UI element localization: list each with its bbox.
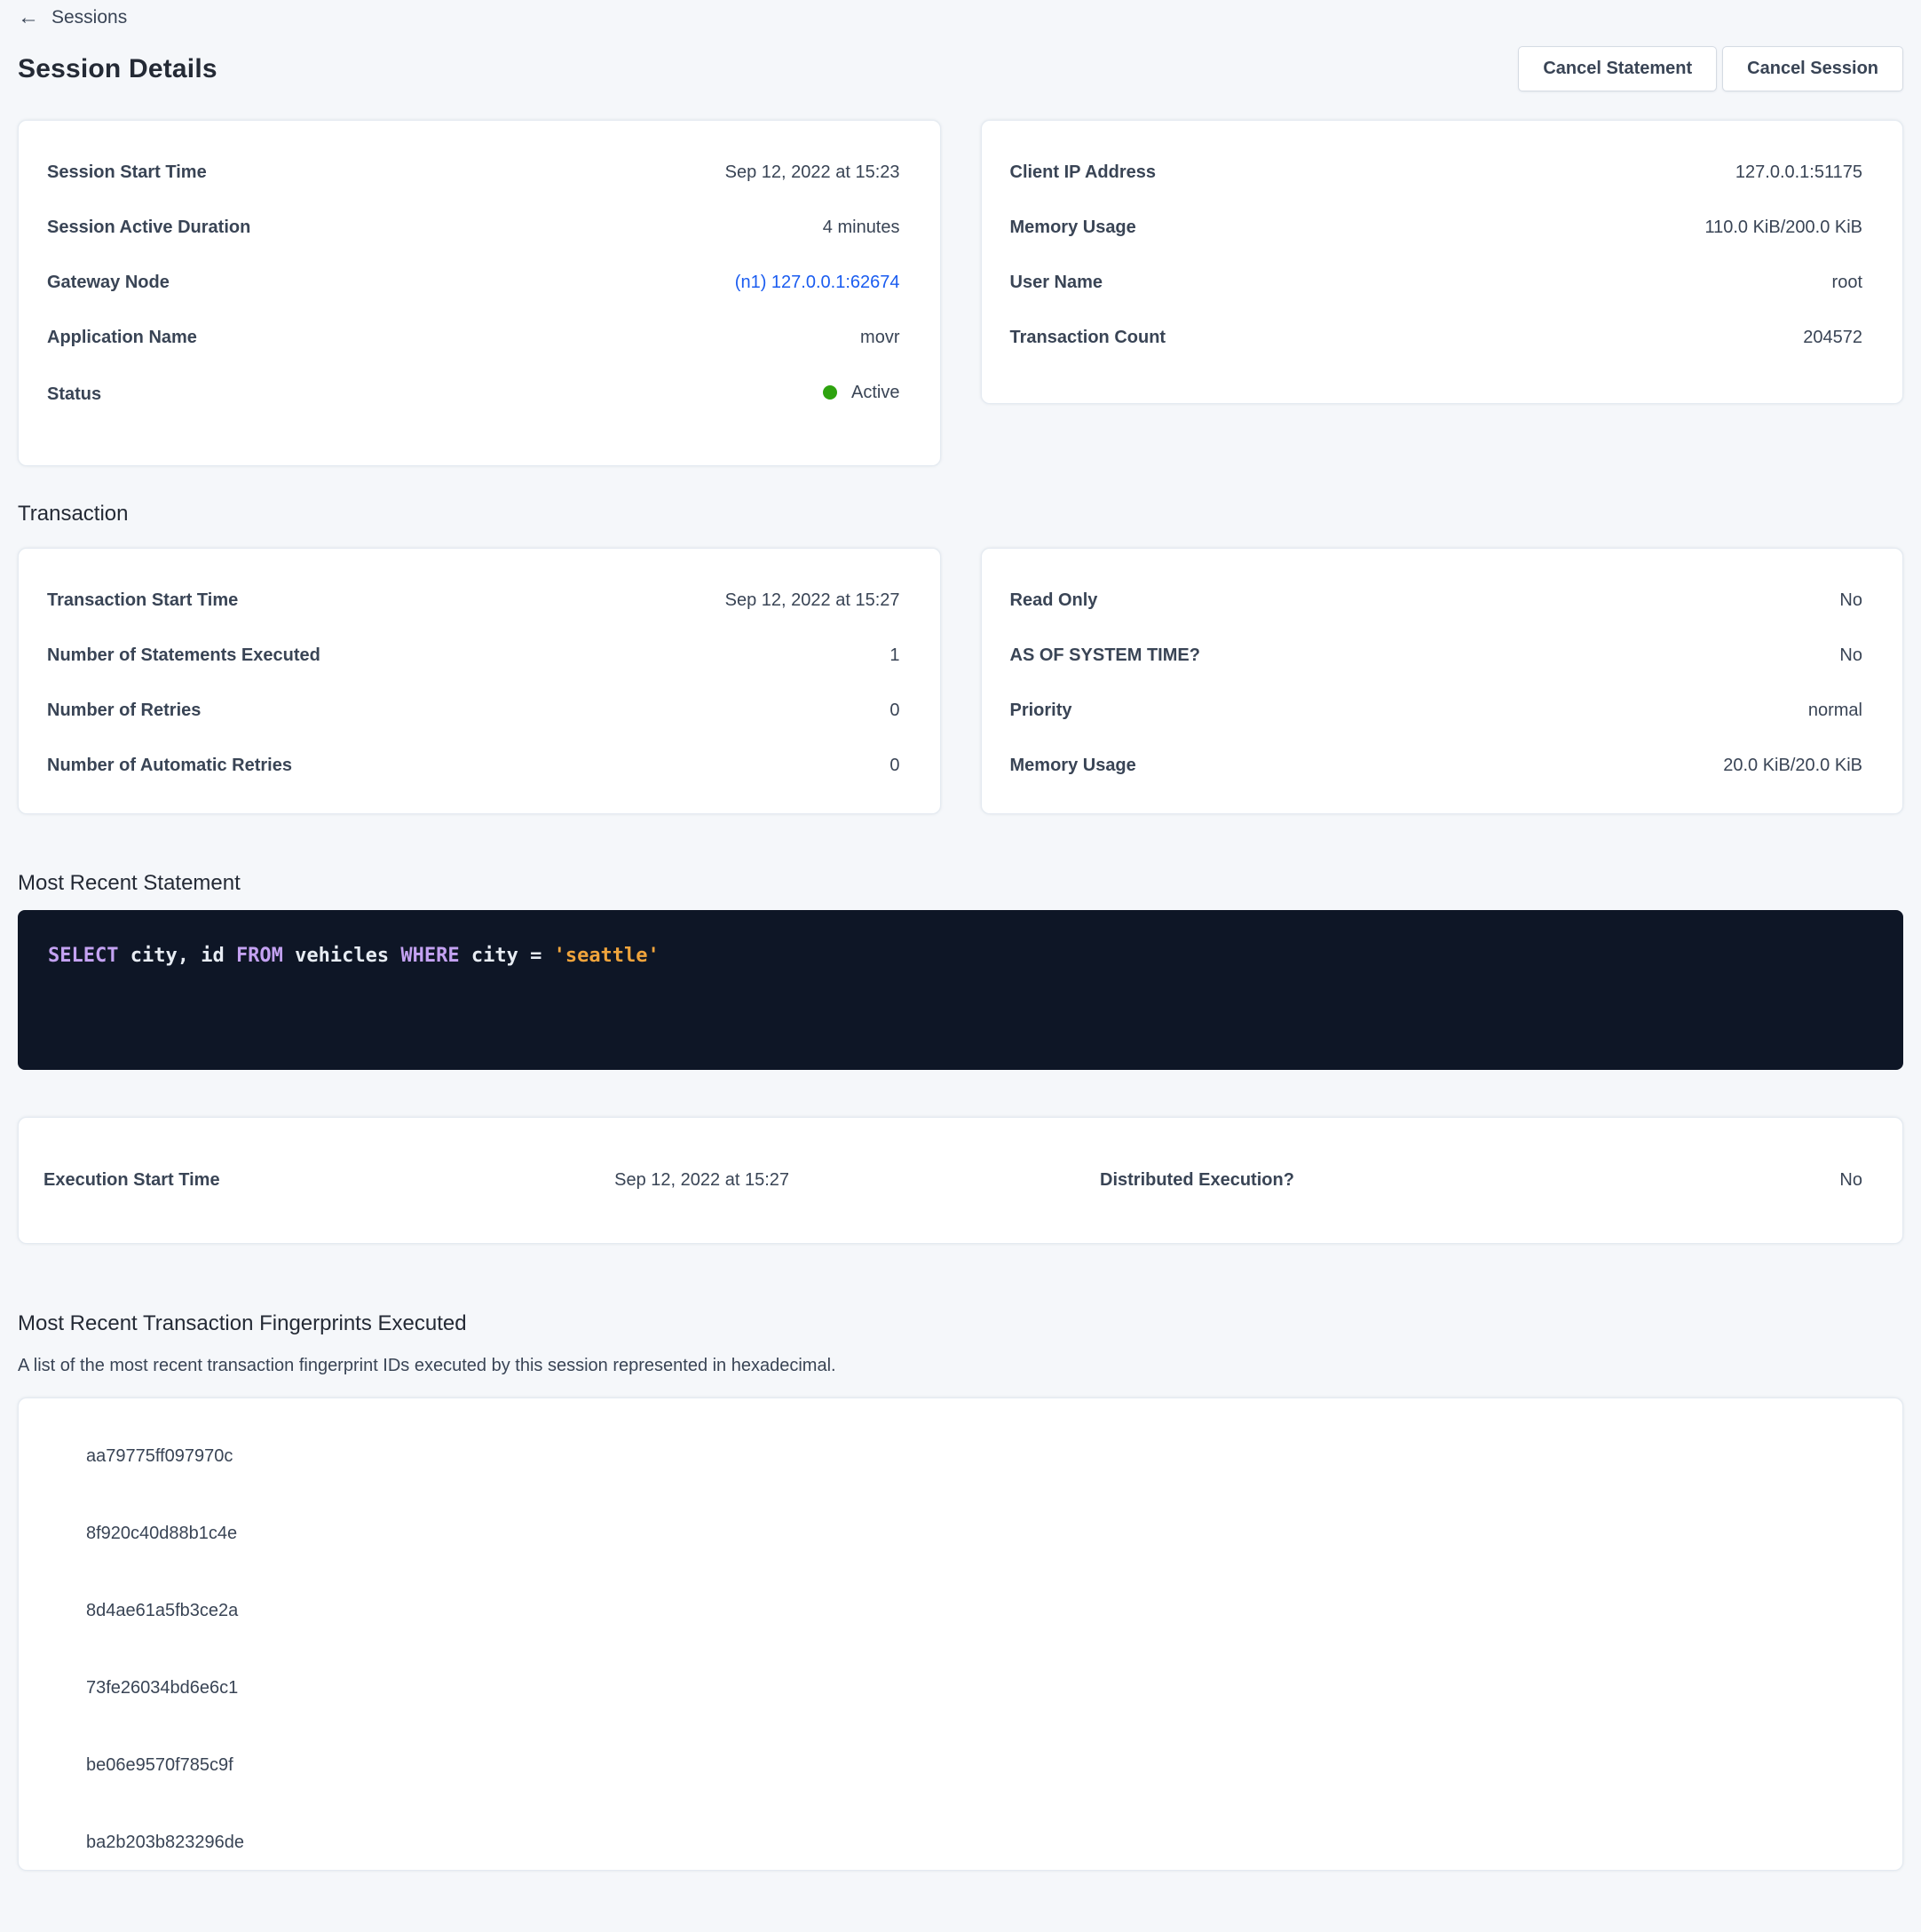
application-name-value: movr <box>860 327 899 348</box>
transaction-section-heading: Transaction <box>18 502 1903 527</box>
sql-keyword: FROM <box>236 945 283 967</box>
sql-text: city, id <box>118 945 235 967</box>
row-label: Memory Usage <box>1010 755 1136 776</box>
status-active-dot-icon <box>823 385 837 400</box>
sql-text: city = <box>460 945 554 967</box>
row-label: AS OF SYSTEM TIME? <box>1010 645 1200 666</box>
summary-row-client-ip: Client IP Address 127.0.0.1:51175 <box>1010 162 1863 183</box>
txn-row-read-only: Read Only No <box>1010 590 1863 611</box>
row-value: No <box>1839 645 1862 666</box>
execution-start-time-label: Execution Start Time <box>43 1170 416 1191</box>
fingerprint-list-item: aa79775ff097970c <box>19 1418 1902 1495</box>
summary-row-user-name: User Name root <box>1010 272 1863 293</box>
row-value: 127.0.0.1:51175 <box>1735 162 1862 183</box>
arrow-left-icon: ← <box>18 7 39 28</box>
fingerprints-description: A list of the most recent transaction fi… <box>18 1356 1903 1376</box>
row-label: Session Active Duration <box>47 217 250 238</box>
session-details-page: ← Sessions Session Details Cancel Statem… <box>0 0 1921 1932</box>
txn-row-start-time: Transaction Start Time Sep 12, 2022 at 1… <box>47 590 900 611</box>
action-buttons: Cancel Statement Cancel Session <box>1518 46 1903 91</box>
sql-statement: SELECT city, id FROM vehicles WHERE city… <box>48 945 660 967</box>
row-value: No <box>1839 590 1862 611</box>
title-bar: Session Details Cancel Statement Cancel … <box>18 46 1903 91</box>
session-summary-row: Session Start Time Sep 12, 2022 at 15:23… <box>18 120 1903 466</box>
row-value: 20.0 KiB/20.0 KiB <box>1723 755 1862 776</box>
cancel-session-button[interactable]: Cancel Session <box>1722 46 1903 91</box>
row-label: Client IP Address <box>1010 162 1157 183</box>
row-value: 1 <box>889 645 899 666</box>
row-value: 204572 <box>1803 327 1862 348</box>
status-value: Active <box>823 382 899 403</box>
execution-start-time-value: Sep 12, 2022 at 15:27 <box>416 1170 789 1191</box>
transaction-card-right: Read Only No AS OF SYSTEM TIME? No Prior… <box>981 548 1904 814</box>
cancel-statement-button[interactable]: Cancel Statement <box>1518 46 1717 91</box>
summary-row-gateway-node: Gateway Node (n1) 127.0.0.1:62674 <box>47 272 900 293</box>
back-to-sessions-link[interactable]: ← Sessions <box>18 0 127 28</box>
sql-statement-box: SELECT city, id FROM vehicles WHERE city… <box>18 910 1903 1070</box>
row-label: Status <box>47 384 101 405</box>
fingerprints-card: aa79775ff097970c 8f920c40d88b1c4e 8d4ae6… <box>18 1398 1903 1871</box>
fingerprint-list-item: 8d4ae61a5fb3ce2a <box>19 1572 1902 1650</box>
sql-text: vehicles <box>283 945 400 967</box>
txn-row-statements-executed: Number of Statements Executed 1 <box>47 645 900 666</box>
row-label: Priority <box>1010 700 1072 721</box>
txn-row-priority: Priority normal <box>1010 700 1863 721</box>
row-label: Gateway Node <box>47 272 170 293</box>
row-value: Sep 12, 2022 at 15:27 <box>725 590 900 611</box>
row-label: Transaction Count <box>1010 327 1166 348</box>
fingerprint-list: aa79775ff097970c 8f920c40d88b1c4e 8d4ae6… <box>19 1418 1902 1871</box>
row-value: 0 <box>889 700 899 721</box>
summary-row-status: Status Active <box>47 382 900 405</box>
txn-row-retries: Number of Retries 0 <box>47 700 900 721</box>
sql-keyword: WHERE <box>400 945 459 967</box>
summary-row-session-active-duration: Session Active Duration 4 minutes <box>47 217 900 238</box>
fingerprints-section-heading: Most Recent Transaction Fingerprints Exe… <box>18 1311 1903 1336</box>
row-value: root <box>1832 272 1862 293</box>
row-label: Session Start Time <box>47 162 207 183</box>
row-label: User Name <box>1010 272 1103 293</box>
txn-row-automatic-retries: Number of Automatic Retries 0 <box>47 755 900 776</box>
row-value: 4 minutes <box>823 217 900 238</box>
fingerprint-list-item: be06e9570f785c9f <box>19 1727 1902 1804</box>
page-title: Session Details <box>18 54 217 84</box>
row-label: Memory Usage <box>1010 217 1136 238</box>
summary-row-memory-usage: Memory Usage 110.0 KiB/200.0 KiB <box>1010 217 1863 238</box>
row-value: movr <box>860 327 899 348</box>
sql-string-literal: 'seattle' <box>554 945 660 967</box>
summary-row-session-start-time: Session Start Time Sep 12, 2022 at 15:23 <box>47 162 900 183</box>
fingerprint-list-item: 8f920c40d88b1c4e <box>19 1495 1902 1572</box>
row-label: Number of Statements Executed <box>47 645 320 666</box>
distributed-execution-label: Distributed Execution? <box>789 1170 1294 1191</box>
row-value: 110.0 KiB/200.0 KiB <box>1704 217 1862 238</box>
transaction-summary-row: Transaction Start Time Sep 12, 2022 at 1… <box>18 548 1903 814</box>
session-summary-card-right: Client IP Address 127.0.0.1:51175 Memory… <box>981 120 1904 404</box>
session-summary-card-left: Session Start Time Sep 12, 2022 at 15:23… <box>18 120 941 466</box>
back-link-label: Sessions <box>51 7 127 28</box>
row-label: Transaction Start Time <box>47 590 238 611</box>
summary-row-application-name: Application Name movr <box>47 327 900 348</box>
statement-section-heading: Most Recent Statement <box>18 871 1903 896</box>
execution-summary-card: Execution Start Time Sep 12, 2022 at 15:… <box>18 1117 1903 1244</box>
row-label: Read Only <box>1010 590 1098 611</box>
sql-keyword: SELECT <box>48 945 118 967</box>
row-label: Number of Automatic Retries <box>47 755 292 776</box>
row-value: 0 <box>889 755 899 776</box>
distributed-execution-value: No <box>1294 1170 1862 1191</box>
summary-row-transaction-count: Transaction Count 204572 <box>1010 327 1863 348</box>
fingerprint-list-item: ba2b203b823296de <box>19 1804 1902 1871</box>
status-badge: Active <box>851 382 899 403</box>
row-label: Number of Retries <box>47 700 201 721</box>
txn-row-memory-usage: Memory Usage 20.0 KiB/20.0 KiB <box>1010 755 1863 776</box>
transaction-card-left: Transaction Start Time Sep 12, 2022 at 1… <box>18 548 941 814</box>
gateway-node-link[interactable]: (n1) 127.0.0.1:62674 <box>735 272 900 293</box>
row-value: Sep 12, 2022 at 15:23 <box>725 162 900 183</box>
row-label: Application Name <box>47 327 197 348</box>
txn-row-as-of-system-time: AS OF SYSTEM TIME? No <box>1010 645 1863 666</box>
row-value: normal <box>1808 700 1862 721</box>
fingerprint-list-item: 73fe26034bd6e6c1 <box>19 1650 1902 1727</box>
